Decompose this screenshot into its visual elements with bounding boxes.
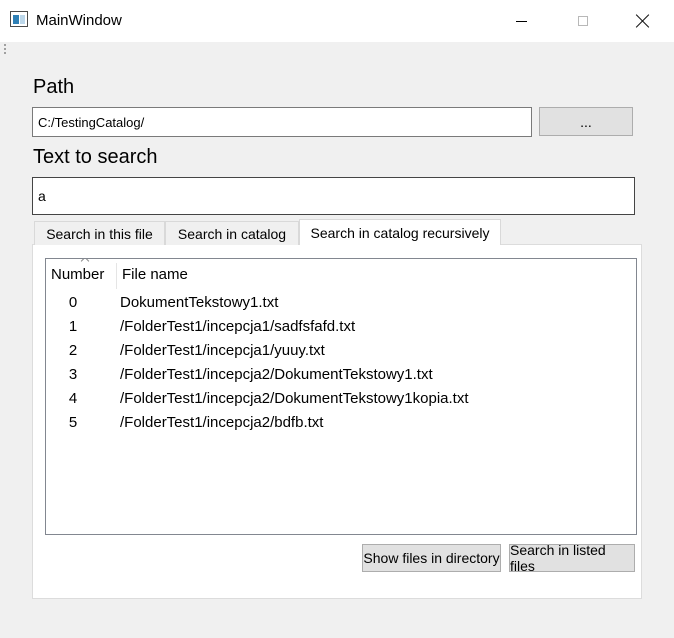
column-header-number[interactable]: Number [51,259,116,289]
row-file-name: /FolderTest1/incepcja2/DokumentTekstowy1… [120,366,433,383]
close-button[interactable] [620,0,666,42]
table-header: Number File name [46,259,636,289]
row-file-name: /FolderTest1/incepcja1/yuuy.txt [120,342,325,359]
minimize-button[interactable] [498,0,544,42]
table-row[interactable]: 4 /FolderTest1/incepcja2/DokumentTekstow… [46,387,636,411]
row-number: 4 [68,390,78,407]
table-row[interactable]: 3 /FolderTest1/incepcja2/DokumentTekstow… [46,363,636,387]
app-window-icon [10,11,28,27]
table-row[interactable]: 2 /FolderTest1/incepcja1/yuuy.txt [46,339,636,363]
browse-button[interactable]: ... [539,107,633,136]
tab-search-in-file[interactable]: Search in this file [34,221,165,245]
results-table[interactable]: Number File name 0 DokumentTekstowy1.txt… [45,258,637,535]
show-files-button[interactable]: Show files in directory [362,544,501,572]
maximize-button[interactable] [560,0,606,42]
search-text-label: Text to search [33,146,158,168]
row-number: 2 [68,342,78,359]
row-file-name: /FolderTest1/incepcja2/bdfb.txt [120,414,324,431]
path-input[interactable]: C:/TestingCatalog/ [32,107,532,137]
row-number: 5 [68,414,78,431]
table-row[interactable]: 0 DokumentTekstowy1.txt [46,291,636,315]
title-bar: MainWindow [0,0,674,42]
search-listed-files-button[interactable]: Search in listed files [509,542,635,574]
row-file-name: /FolderTest1/incepcja1/sadfsfafd.txt [120,318,356,335]
column-separator [116,263,117,289]
row-number: 3 [68,366,78,383]
sort-ascending-icon [81,259,91,264]
table-row[interactable]: 5 /FolderTest1/incepcja2/bdfb.txt [46,411,636,435]
search-input[interactable]: a [32,177,635,215]
minimize-icon [515,20,527,22]
window-title: MainWindow [36,12,122,29]
row-number: 0 [68,294,78,311]
toolbar-grip-icon[interactable] [4,44,6,54]
maximize-icon [578,16,588,26]
table-row[interactable]: 1 /FolderTest1/incepcja1/sadfsfafd.txt [46,315,636,339]
row-file-name: DokumentTekstowy1.txt [120,294,279,311]
column-header-number-label: Number [51,265,105,283]
column-header-file-name[interactable]: File name [122,259,422,289]
row-number: 1 [68,318,78,335]
close-icon [636,14,650,28]
tab-search-recursively[interactable]: Search in catalog recursively [299,219,501,245]
tab-search-in-catalog[interactable]: Search in catalog [165,221,299,245]
path-label: Path [33,76,75,98]
row-file-name: /FolderTest1/incepcja2/DokumentTekstowy1… [120,390,469,407]
column-header-file-name-label: File name [122,265,188,283]
